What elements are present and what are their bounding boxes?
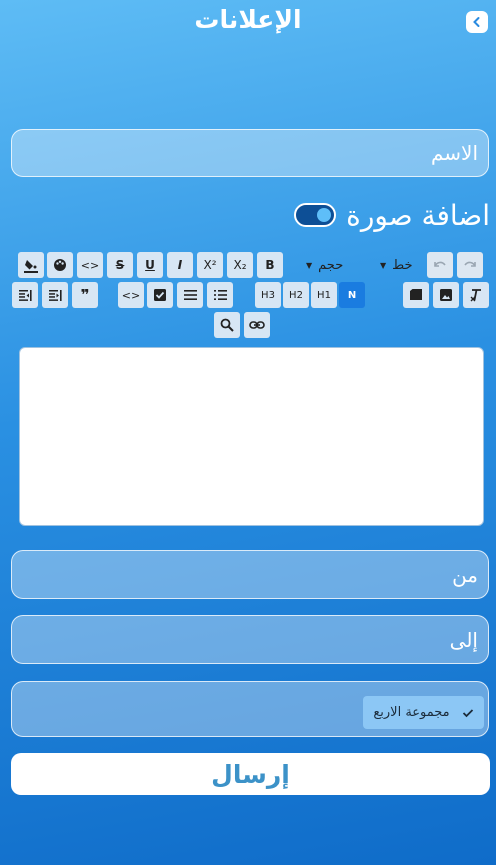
superscript-icon: X² — [203, 258, 217, 272]
add-image-label: اضافة صورة — [346, 199, 490, 232]
strikethrough-button[interactable]: S — [107, 252, 133, 278]
palette-icon — [54, 259, 66, 271]
redo-button[interactable] — [457, 252, 483, 278]
ads-screen: الإعلانات الاسم اضافة صورة ▼ خط ▼ حجم B … — [0, 0, 496, 865]
to-label: إلى — [449, 627, 478, 652]
h3-button[interactable]: H3 — [255, 282, 281, 308]
insert-image-button[interactable] — [433, 282, 459, 308]
clear-format-icon — [470, 289, 481, 302]
caret-down-icon: ▼ — [380, 260, 387, 270]
quote-icon: ❞ — [80, 286, 90, 304]
from-label: من — [452, 562, 478, 587]
to-field[interactable]: إلى — [11, 615, 489, 664]
checklist-button[interactable] — [147, 282, 173, 308]
color-button[interactable] — [47, 252, 73, 278]
video-icon — [410, 289, 422, 300]
search-button[interactable] — [214, 312, 240, 338]
outdent-button[interactable] — [12, 282, 38, 308]
undo-button[interactable] — [427, 252, 453, 278]
font-dropdown[interactable]: ▼ خط — [380, 252, 414, 278]
page-title: الإعلانات — [194, 5, 302, 34]
bold-icon: B — [265, 258, 275, 272]
check-icon — [462, 708, 473, 717]
indent-button[interactable] — [42, 282, 68, 308]
h2-icon: H2 — [289, 289, 303, 301]
bullet-list-icon — [184, 290, 197, 300]
background-color-button[interactable] — [18, 252, 44, 278]
search-icon — [220, 318, 234, 332]
redo-icon — [464, 261, 476, 267]
insert-link-button[interactable] — [244, 312, 270, 338]
h1-button[interactable]: H1 — [311, 282, 337, 308]
size-label: حجم — [318, 257, 344, 273]
h3-icon: H3 — [261, 289, 275, 301]
paint-bucket-icon — [24, 259, 38, 273]
image-icon — [440, 289, 452, 301]
ordered-list-button[interactable] — [207, 282, 233, 308]
bullet-list-button[interactable] — [177, 282, 203, 308]
strikethrough-icon: S — [115, 258, 125, 272]
checkbox-icon — [154, 289, 166, 301]
add-image-row: اضافة صورة — [0, 198, 496, 234]
h1-icon: H1 — [317, 289, 331, 301]
group-chip[interactable]: مجموعة الاربع — [363, 696, 484, 729]
italic-button[interactable]: I — [167, 252, 193, 278]
code-block-icon: <> — [121, 288, 141, 302]
normal-text-button[interactable]: N — [339, 282, 365, 308]
toggle-knob — [317, 208, 331, 222]
indent-icon — [49, 290, 62, 301]
submit-label: إرسال — [211, 759, 290, 789]
blockquote-button[interactable]: ❞ — [72, 282, 98, 308]
from-field[interactable]: من — [11, 550, 489, 599]
submit-button[interactable]: إرسال — [11, 753, 490, 795]
size-dropdown[interactable]: ▼ حجم — [306, 252, 350, 278]
caret-down-icon: ▼ — [306, 260, 313, 270]
normal-text-icon: N — [347, 289, 357, 301]
group-chip-label: مجموعة الاربع — [373, 705, 450, 720]
undo-icon — [434, 261, 446, 267]
outdent-icon — [19, 290, 32, 301]
name-field[interactable]: الاسم — [11, 129, 489, 177]
font-label: خط — [392, 257, 413, 273]
italic-icon: I — [177, 258, 183, 272]
add-image-toggle[interactable] — [294, 203, 336, 227]
underline-button[interactable]: U — [137, 252, 163, 278]
link-icon — [249, 321, 265, 329]
subscript-icon: X₂ — [233, 258, 247, 272]
code-button[interactable]: <> — [77, 252, 103, 278]
underline-icon: U — [145, 258, 155, 272]
code-block-button[interactable]: <> — [118, 282, 144, 308]
code-icon: <> — [80, 258, 100, 272]
bold-button[interactable]: B — [257, 252, 283, 278]
content-editor[interactable] — [19, 347, 484, 526]
subscript-button[interactable]: X₂ — [227, 252, 253, 278]
h2-button[interactable]: H2 — [283, 282, 309, 308]
insert-video-button[interactable] — [403, 282, 429, 308]
name-label: الاسم — [430, 141, 478, 165]
ordered-list-icon — [214, 290, 227, 300]
clear-format-button[interactable] — [463, 282, 489, 308]
superscript-button[interactable]: X² — [197, 252, 223, 278]
